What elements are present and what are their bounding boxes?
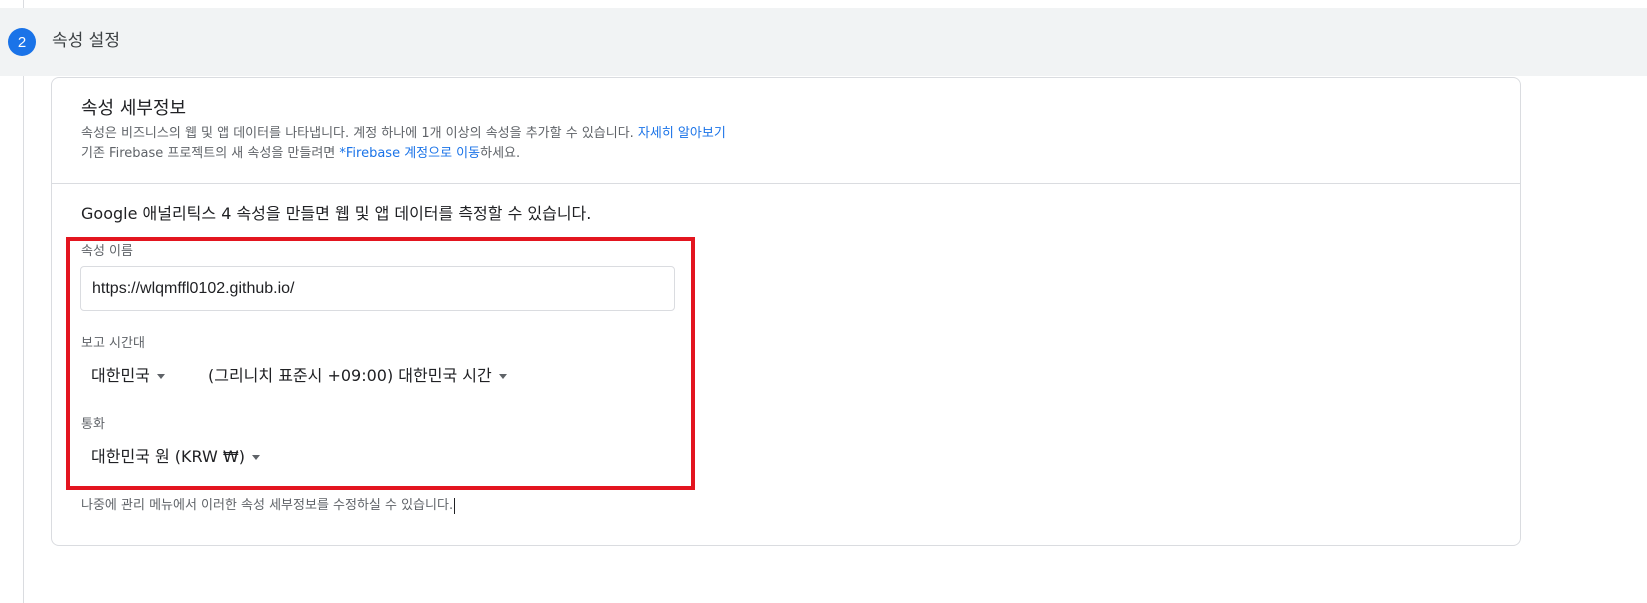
timezone-zone-value: (그리니치 표준시 +09:00) 대한민국 시간 xyxy=(208,366,492,385)
firebase-suffix-text: 하세요. xyxy=(480,146,521,161)
timezone-country-dropdown[interactable]: 대한민국 xyxy=(91,364,165,388)
learn-more-link[interactable]: 자세히 알아보기 xyxy=(638,126,726,141)
property-name-input[interactable] xyxy=(80,266,675,311)
dropdown-caret-icon xyxy=(498,373,507,379)
description-text: 속성은 비즈니스의 웹 및 앱 데이터를 나타냅니다. 계정 하나에 1개 이상… xyxy=(81,126,638,141)
footer-note: 나중에 관리 메뉴에서 이러한 속성 세부정보를 수정하실 수 있습니다. xyxy=(81,497,456,515)
step-number-badge: 2 xyxy=(8,28,36,56)
stepper-line xyxy=(23,76,24,603)
page: 2 속성 설정 속성 세부정보 속성은 비즈니스의 웹 및 앱 데이터를 나타냅… xyxy=(0,0,1647,603)
property-name-label: 속성 이름 xyxy=(81,244,133,259)
description-line-1: 속성은 비즈니스의 웹 및 앱 데이터를 나타냅니다. 계정 하나에 1개 이상… xyxy=(81,125,726,143)
property-details-card: 속성 세부정보 속성은 비즈니스의 웹 및 앱 데이터를 나타냅니다. 계정 하… xyxy=(51,77,1521,546)
step-header[interactable]: 2 속성 설정 xyxy=(0,8,1647,76)
dropdown-caret-icon xyxy=(251,454,260,460)
description-line-2: 기존 Firebase 프로젝트의 새 속성을 만들려면 *Firebase 계… xyxy=(81,145,520,163)
stepper-line-top xyxy=(23,0,24,8)
text-cursor xyxy=(454,497,456,514)
intro-text: Google 애널리틱스 4 속성을 만들면 웹 및 앱 데이터를 측정할 수 … xyxy=(81,204,592,223)
currency-value: 대한민국 원 (KRW ₩) xyxy=(91,447,245,466)
footer-note-text: 나중에 관리 메뉴에서 이러한 속성 세부정보를 수정하실 수 있습니다. xyxy=(81,498,454,513)
firebase-account-link[interactable]: *Firebase 계정으로 이동 xyxy=(339,146,480,161)
timezone-zone-dropdown[interactable]: (그리니치 표준시 +09:00) 대한민국 시간 xyxy=(208,364,507,388)
currency-dropdown[interactable]: 대한민국 원 (KRW ₩) xyxy=(91,445,260,469)
firebase-prefix-text: 기존 Firebase 프로젝트의 새 속성을 만들려면 xyxy=(81,146,340,161)
timezone-label: 보고 시간대 xyxy=(81,336,145,351)
card-title: 속성 세부정보 xyxy=(81,98,187,119)
card-header: 속성 세부정보 속성은 비즈니스의 웹 및 앱 데이터를 나타냅니다. 계정 하… xyxy=(52,78,1520,184)
timezone-country-value: 대한민국 xyxy=(91,366,150,385)
dropdown-caret-icon xyxy=(156,373,165,379)
currency-label: 통화 xyxy=(81,417,105,432)
step-title: 속성 설정 xyxy=(52,31,120,51)
